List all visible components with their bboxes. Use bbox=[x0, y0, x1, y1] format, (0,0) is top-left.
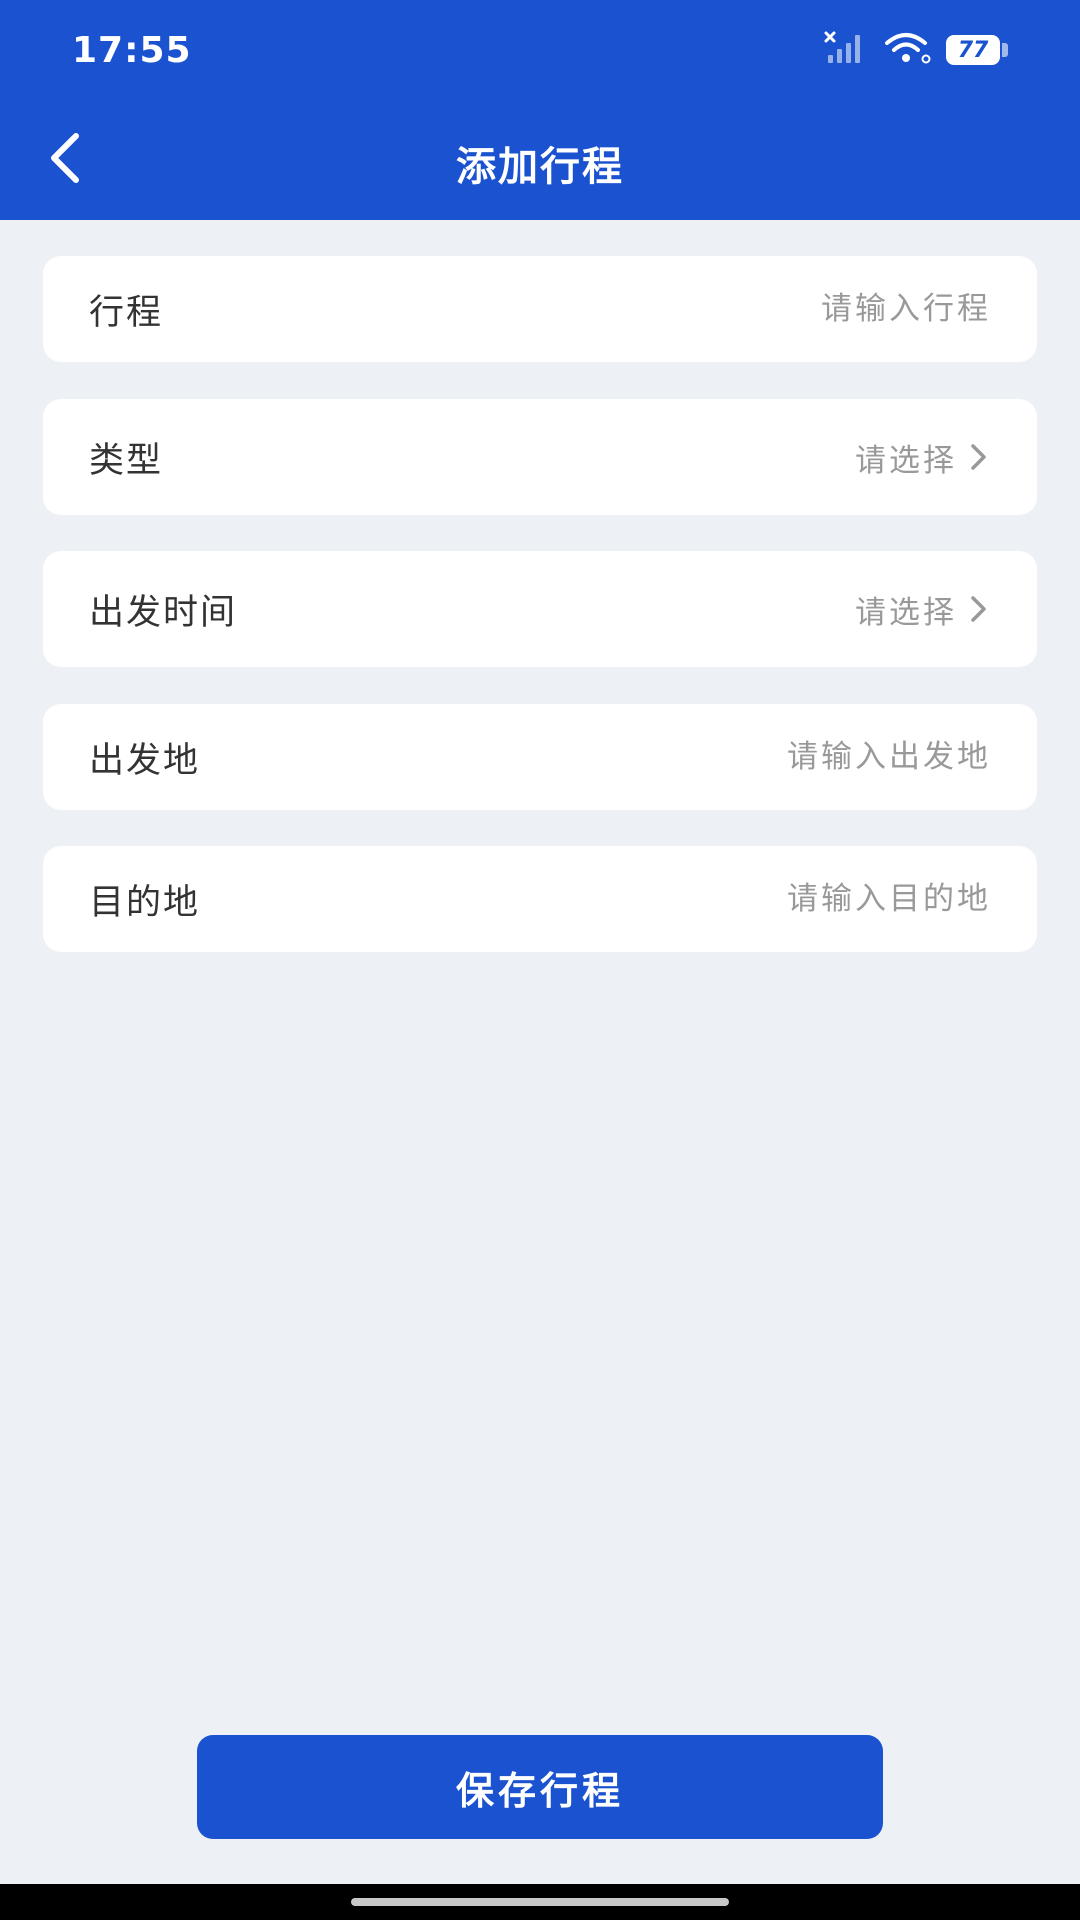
battery-icon: 77 bbox=[946, 35, 1008, 65]
status-time: 17:55 bbox=[72, 30, 192, 71]
field-destination[interactable]: 目的地 bbox=[43, 846, 1037, 952]
status-icons: 77 bbox=[824, 30, 1008, 70]
save-trip-button[interactable]: 保存行程 bbox=[197, 1735, 883, 1839]
field-origin[interactable]: 出发地 bbox=[43, 704, 1037, 810]
trip-input[interactable] bbox=[591, 291, 991, 327]
header: 17:55 77 添加行程 bbox=[0, 0, 1080, 220]
field-trip[interactable]: 行程 bbox=[43, 256, 1037, 362]
battery-level: 77 bbox=[946, 35, 1000, 65]
field-origin-label: 出发地 bbox=[89, 740, 201, 781]
departure-time-select[interactable]: 请选择 bbox=[855, 587, 991, 632]
type-select[interactable]: 请选择 bbox=[855, 435, 991, 480]
add-trip-page: 17:55 77 添加行程 行程 请输入行程 类型 请选择 出发时间 请选择 出… bbox=[0, 0, 1080, 1920]
gesture-area bbox=[0, 1884, 1080, 1920]
type-select-value: 请选择 bbox=[855, 442, 957, 479]
battery-cap bbox=[1002, 43, 1008, 57]
destination-input[interactable] bbox=[591, 881, 991, 917]
chevron-right-icon bbox=[965, 442, 991, 472]
field-destination-label: 目的地 bbox=[89, 882, 201, 923]
status-bar: 17:55 77 bbox=[0, 0, 1080, 100]
field-departure-time-label: 出发时间 bbox=[89, 592, 238, 633]
origin-input[interactable] bbox=[591, 739, 991, 775]
field-departure-time[interactable]: 出发时间 请选择 bbox=[43, 551, 1037, 667]
chevron-right-icon bbox=[965, 594, 991, 624]
wifi-icon bbox=[884, 31, 932, 69]
field-trip-label: 行程 bbox=[89, 292, 164, 333]
field-type[interactable]: 类型 请选择 bbox=[43, 399, 1037, 515]
home-indicator[interactable] bbox=[351, 1898, 729, 1906]
signal-off-icon bbox=[824, 31, 870, 69]
nav-bar: 添加行程 bbox=[0, 110, 1080, 210]
page-title: 添加行程 bbox=[456, 144, 624, 190]
field-type-label: 类型 bbox=[89, 440, 164, 481]
departure-time-select-value: 请选择 bbox=[855, 594, 957, 631]
